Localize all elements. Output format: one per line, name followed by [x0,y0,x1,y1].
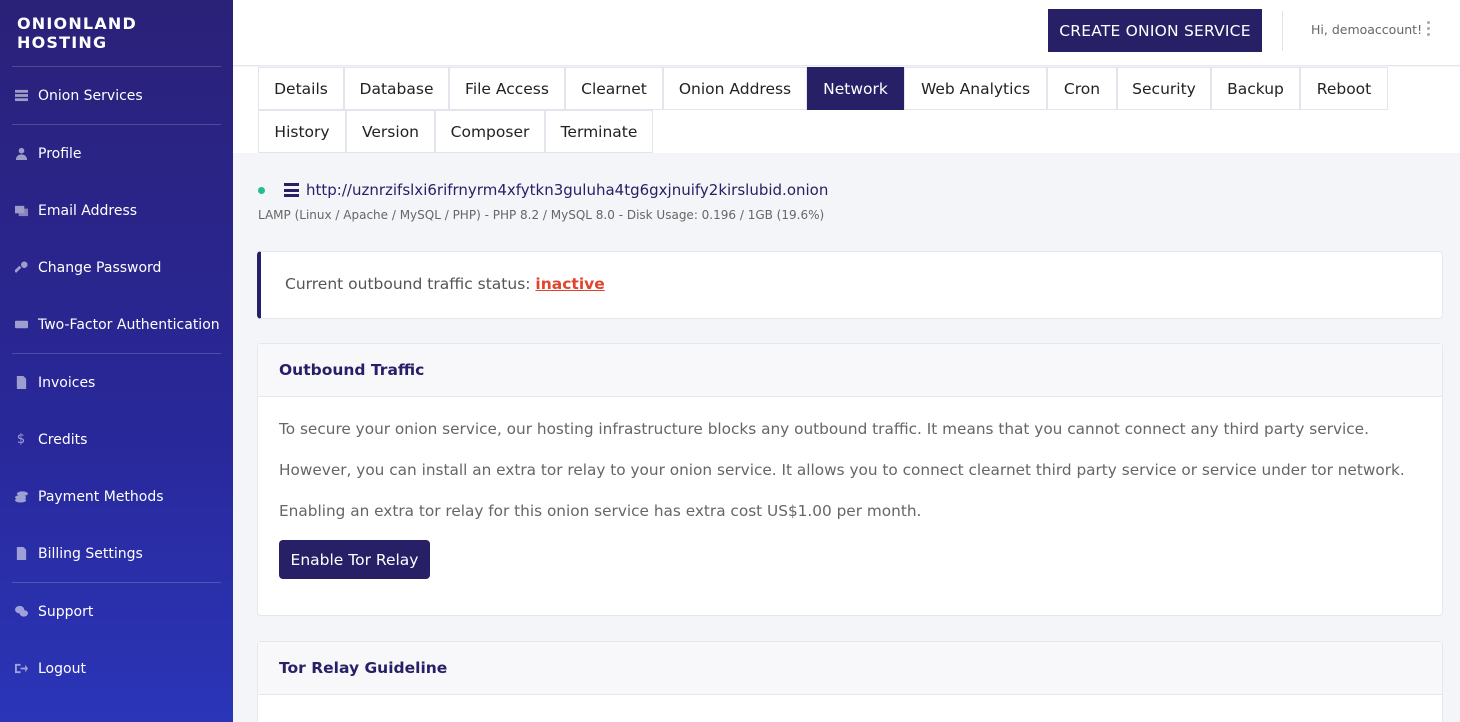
sidebar-item-profile[interactable]: Profile [0,125,233,182]
tab-network[interactable]: Network [807,67,904,110]
sidebar-item-change-password[interactable]: Change Password [0,239,233,296]
tab-clearnet[interactable]: Clearnet [565,67,663,110]
status-value-link[interactable]: inactive [535,275,604,293]
sidebar-item-two-factor-authentication[interactable]: Two-Factor Authentication [0,296,233,353]
tab-web-analytics[interactable]: Web Analytics [904,67,1047,110]
sidebar-item-label: Support [38,603,94,620]
service-tabs: Details Database File Access Clearnet On… [233,67,1460,153]
sidebar-item-logout[interactable]: Logout [0,640,233,697]
tab-details[interactable]: Details [258,67,344,110]
tab-terminate[interactable]: Terminate [545,110,653,153]
top-header: CREATE ONION SERVICE Hi, demoaccount! [233,0,1460,66]
status-label: Current outbound traffic status: [285,275,536,293]
sidebar-item-onion-services[interactable]: Onion Services [0,67,233,124]
sidebar-item-credits[interactable]: $ Credits [0,411,233,468]
sidebar-item-invoices[interactable]: Invoices [0,354,233,411]
file-icon [14,547,28,561]
tab-security[interactable]: Security [1117,67,1211,110]
card-title: Tor Relay Guideline [258,642,1442,695]
tab-database[interactable]: Database [344,67,449,110]
tab-reboot[interactable]: Reboot [1300,67,1388,110]
user-greeting[interactable]: Hi, demoaccount! [1311,22,1422,37]
user-icon [14,147,28,161]
sidebar-item-support[interactable]: Support [0,583,233,640]
card-paragraph: Enabling an extra tor relay for this oni… [279,502,922,520]
enable-tor-relay-button[interactable]: Enable Tor Relay [279,540,430,579]
header-divider [1282,11,1283,51]
server-icon [14,89,28,103]
sidebar-item-label: Change Password [38,259,162,276]
card-title: Outbound Traffic [258,344,1442,397]
sidebar-item-billing-settings[interactable]: Billing Settings [0,525,233,582]
sidebar-item-label: Onion Services [38,87,143,104]
envelope-icon [14,204,28,218]
service-stack-info: LAMP (Linux / Apache / MySQL / PHP) - PH… [258,208,825,222]
comments-icon [14,605,28,619]
brand-logo[interactable]: ONIONLAND HOSTING [0,0,233,66]
tab-onion-address[interactable]: Onion Address [663,67,807,110]
server-icon [284,183,299,197]
tab-backup[interactable]: Backup [1211,67,1300,110]
outbound-traffic-card: Outbound Traffic To secure your onion se… [257,343,1443,616]
onion-url-link[interactable]: http://uznrzifslxi6rifrnyrm4xfytkn3guluh… [306,181,828,199]
tab-composer[interactable]: Composer [435,110,545,153]
sidebar-item-label: Profile [38,145,82,162]
sidebar-item-label: Email Address [38,202,138,219]
sidebar-item-label: Credits [38,431,88,448]
file-invoice-icon [14,376,28,390]
tab-version[interactable]: Version [346,110,435,153]
sidebar-item-label: Payment Methods [38,488,164,505]
tab-file-access[interactable]: File Access [449,67,565,110]
create-onion-service-button[interactable]: CREATE ONION SERVICE [1048,9,1262,52]
status-dot-icon [258,186,265,194]
outbound-status-alert: Current outbound traffic status: inactiv… [257,251,1443,319]
card-body: To secure your onion service, our hostin… [258,397,1442,523]
service-url-row: http://uznrzifslxi6rifrnyrm4xfytkn3guluh… [258,180,828,200]
sidebar-item-label: Two-Factor Authentication [38,316,220,333]
sidebar-item-label: Logout [38,660,86,677]
tor-relay-guideline-card: Tor Relay Guideline [257,641,1443,722]
key-icon [14,261,28,275]
tab-history[interactable]: History [258,110,346,153]
sidebar-item-label: Invoices [38,374,96,391]
kebab-menu-icon[interactable] [1426,21,1432,39]
tab-cron[interactable]: Cron [1047,67,1117,110]
keyboard-icon [14,318,28,332]
coins-icon [14,490,28,504]
dollar-icon: $ [16,432,26,447]
sign-out-icon [14,662,28,676]
sidebar-item-payment-methods[interactable]: Payment Methods [0,468,233,525]
sidebar-item-label: Billing Settings [38,545,143,562]
sidebar: ONIONLAND HOSTING Onion Services Profile… [0,0,233,722]
card-paragraph: To secure your onion service, our hostin… [279,420,1369,438]
outbound-status-text: Current outbound traffic status: inactiv… [285,275,605,293]
sidebar-item-email-address[interactable]: Email Address [0,182,233,239]
card-paragraph: However, you can install an extra tor re… [279,461,1405,479]
